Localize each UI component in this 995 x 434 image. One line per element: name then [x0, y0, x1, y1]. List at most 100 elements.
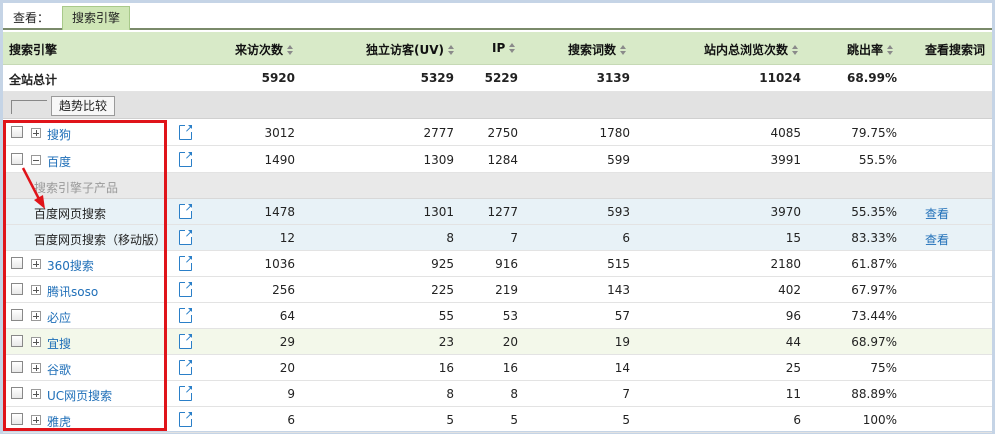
- view-keywords-link[interactable]: 查看: [925, 205, 949, 222]
- cell-uv: 16: [438, 361, 454, 375]
- external-link-icon[interactable]: [179, 125, 192, 140]
- cell-keywords: 14: [614, 361, 630, 375]
- cell-keywords: 5: [622, 413, 630, 427]
- sort-icon[interactable]: [287, 45, 294, 55]
- cell-pageviews: 44: [785, 335, 801, 349]
- col-pageviews[interactable]: 站内总浏览次数: [704, 41, 799, 58]
- cell-pageviews: 15: [785, 231, 801, 245]
- cell-bounce: 67.97%: [851, 283, 897, 297]
- cell-keywords: 57: [614, 309, 630, 323]
- external-link-icon[interactable]: [179, 412, 192, 427]
- cell-keywords: 599: [607, 153, 630, 167]
- cell-ip: 2750: [487, 126, 518, 140]
- cell-pageviews: 2180: [770, 257, 801, 271]
- col-engine: 搜索引擎: [9, 43, 58, 57]
- cell-ip: 7: [510, 231, 518, 245]
- col-keywords[interactable]: 搜索词数: [568, 41, 627, 58]
- external-link-icon[interactable]: [179, 334, 192, 349]
- cell-ip: 1277: [487, 205, 518, 219]
- view-keywords-link[interactable]: 查看: [925, 231, 949, 248]
- cell-pageviews: 11: [785, 387, 801, 401]
- external-link-icon[interactable]: [179, 204, 192, 219]
- cell-pageviews: 402: [778, 283, 801, 297]
- sort-icon[interactable]: [792, 45, 799, 55]
- external-link-icon[interactable]: [179, 256, 192, 271]
- cell-pageviews: 3991: [770, 153, 801, 167]
- cell-bounce: 68.97%: [851, 335, 897, 349]
- cell-pageviews: 3970: [770, 205, 801, 219]
- sort-icon[interactable]: [509, 43, 516, 53]
- cell-ip: 1284: [487, 153, 518, 167]
- external-link-icon[interactable]: [179, 386, 192, 401]
- cell-ip: 16: [502, 361, 518, 375]
- col-ip[interactable]: IP: [492, 41, 516, 55]
- trend-connector: [11, 100, 47, 114]
- cell-visits: 1478: [264, 205, 295, 219]
- cell-bounce: 73.44%: [851, 309, 897, 323]
- cell-visits: 5920: [261, 71, 295, 85]
- cell-visits: 256: [272, 283, 295, 297]
- col-uv[interactable]: 独立访客(UV): [366, 41, 455, 58]
- external-link-icon[interactable]: [179, 282, 192, 297]
- cell-bounce: 55.5%: [858, 153, 897, 167]
- cell-uv: 23: [438, 335, 454, 349]
- cell-uv: 5: [446, 413, 454, 427]
- cell-uv: 8: [446, 387, 454, 401]
- cell-pageviews: 96: [785, 309, 801, 323]
- cell-keywords: 1780: [599, 126, 630, 140]
- sort-icon[interactable]: [887, 45, 894, 55]
- cell-uv: 8: [446, 231, 454, 245]
- cell-uv: 55: [438, 309, 454, 323]
- cell-keywords: 143: [607, 283, 630, 297]
- cell-keywords: 593: [607, 205, 630, 219]
- cell-keywords: 6: [622, 231, 630, 245]
- cell-ip: 20: [502, 335, 518, 349]
- external-link-icon[interactable]: [179, 360, 192, 375]
- cell-bounce: 61.87%: [851, 257, 897, 271]
- cell-pageviews: 6: [793, 413, 801, 427]
- red-arrow-icon: [21, 167, 45, 209]
- cell-pageviews: 4085: [770, 126, 801, 140]
- cell-ip: 8: [510, 387, 518, 401]
- cell-uv: 1309: [423, 153, 454, 167]
- total-row: 全站总计 5920 5329 5229 3139 11024 68.99%: [3, 65, 992, 92]
- tab-search-engine[interactable]: 搜索引擎: [62, 6, 130, 30]
- sort-icon[interactable]: [620, 45, 627, 55]
- cell-bounce: 68.99%: [847, 71, 897, 85]
- view-label: 查看：: [13, 11, 50, 25]
- cell-visits: 6: [287, 413, 295, 427]
- trend-compare-button[interactable]: 趋势比较: [51, 96, 115, 116]
- cell-pageviews: 11024: [759, 71, 801, 85]
- cell-uv: 2777: [423, 126, 454, 140]
- cell-uv: 925: [431, 257, 454, 271]
- external-link-icon[interactable]: [179, 152, 192, 167]
- trend-bar: 趋势比较: [3, 92, 992, 119]
- cell-ip: 219: [495, 283, 518, 297]
- cell-visits: 64: [279, 309, 295, 323]
- col-visits[interactable]: 来访次数: [235, 41, 294, 58]
- col-view-keywords: 查看搜索词: [925, 43, 986, 57]
- cell-ip: 5229: [484, 71, 518, 85]
- cell-keywords: 3139: [596, 71, 630, 85]
- cell-uv: 5329: [420, 71, 454, 85]
- cell-bounce: 75%: [870, 361, 897, 375]
- external-link-icon[interactable]: [179, 230, 192, 245]
- sort-icon[interactable]: [448, 45, 455, 55]
- cell-ip: 53: [502, 309, 518, 323]
- col-bounce[interactable]: 跳出率: [847, 41, 894, 58]
- cell-bounce: 79.75%: [851, 126, 897, 140]
- cell-keywords: 7: [622, 387, 630, 401]
- cell-keywords: 19: [614, 335, 630, 349]
- cell-visits: 29: [279, 335, 295, 349]
- table-header: 搜索引擎 来访次数 独立访客(UV) IP 搜索词数 站内总浏览次数 跳出率 查…: [3, 32, 992, 65]
- cell-visits: 12: [279, 231, 295, 245]
- external-link-icon[interactable]: [179, 308, 192, 323]
- cell-visits: 3012: [264, 126, 295, 140]
- cell-visits: 20: [279, 361, 295, 375]
- cell-visits: 1036: [264, 257, 295, 271]
- cell-ip: 5: [510, 413, 518, 427]
- cell-keywords: 515: [607, 257, 630, 271]
- cell-visits: 1490: [264, 153, 295, 167]
- cell-bounce: 83.33%: [851, 231, 897, 245]
- cell-bounce: 88.89%: [851, 387, 897, 401]
